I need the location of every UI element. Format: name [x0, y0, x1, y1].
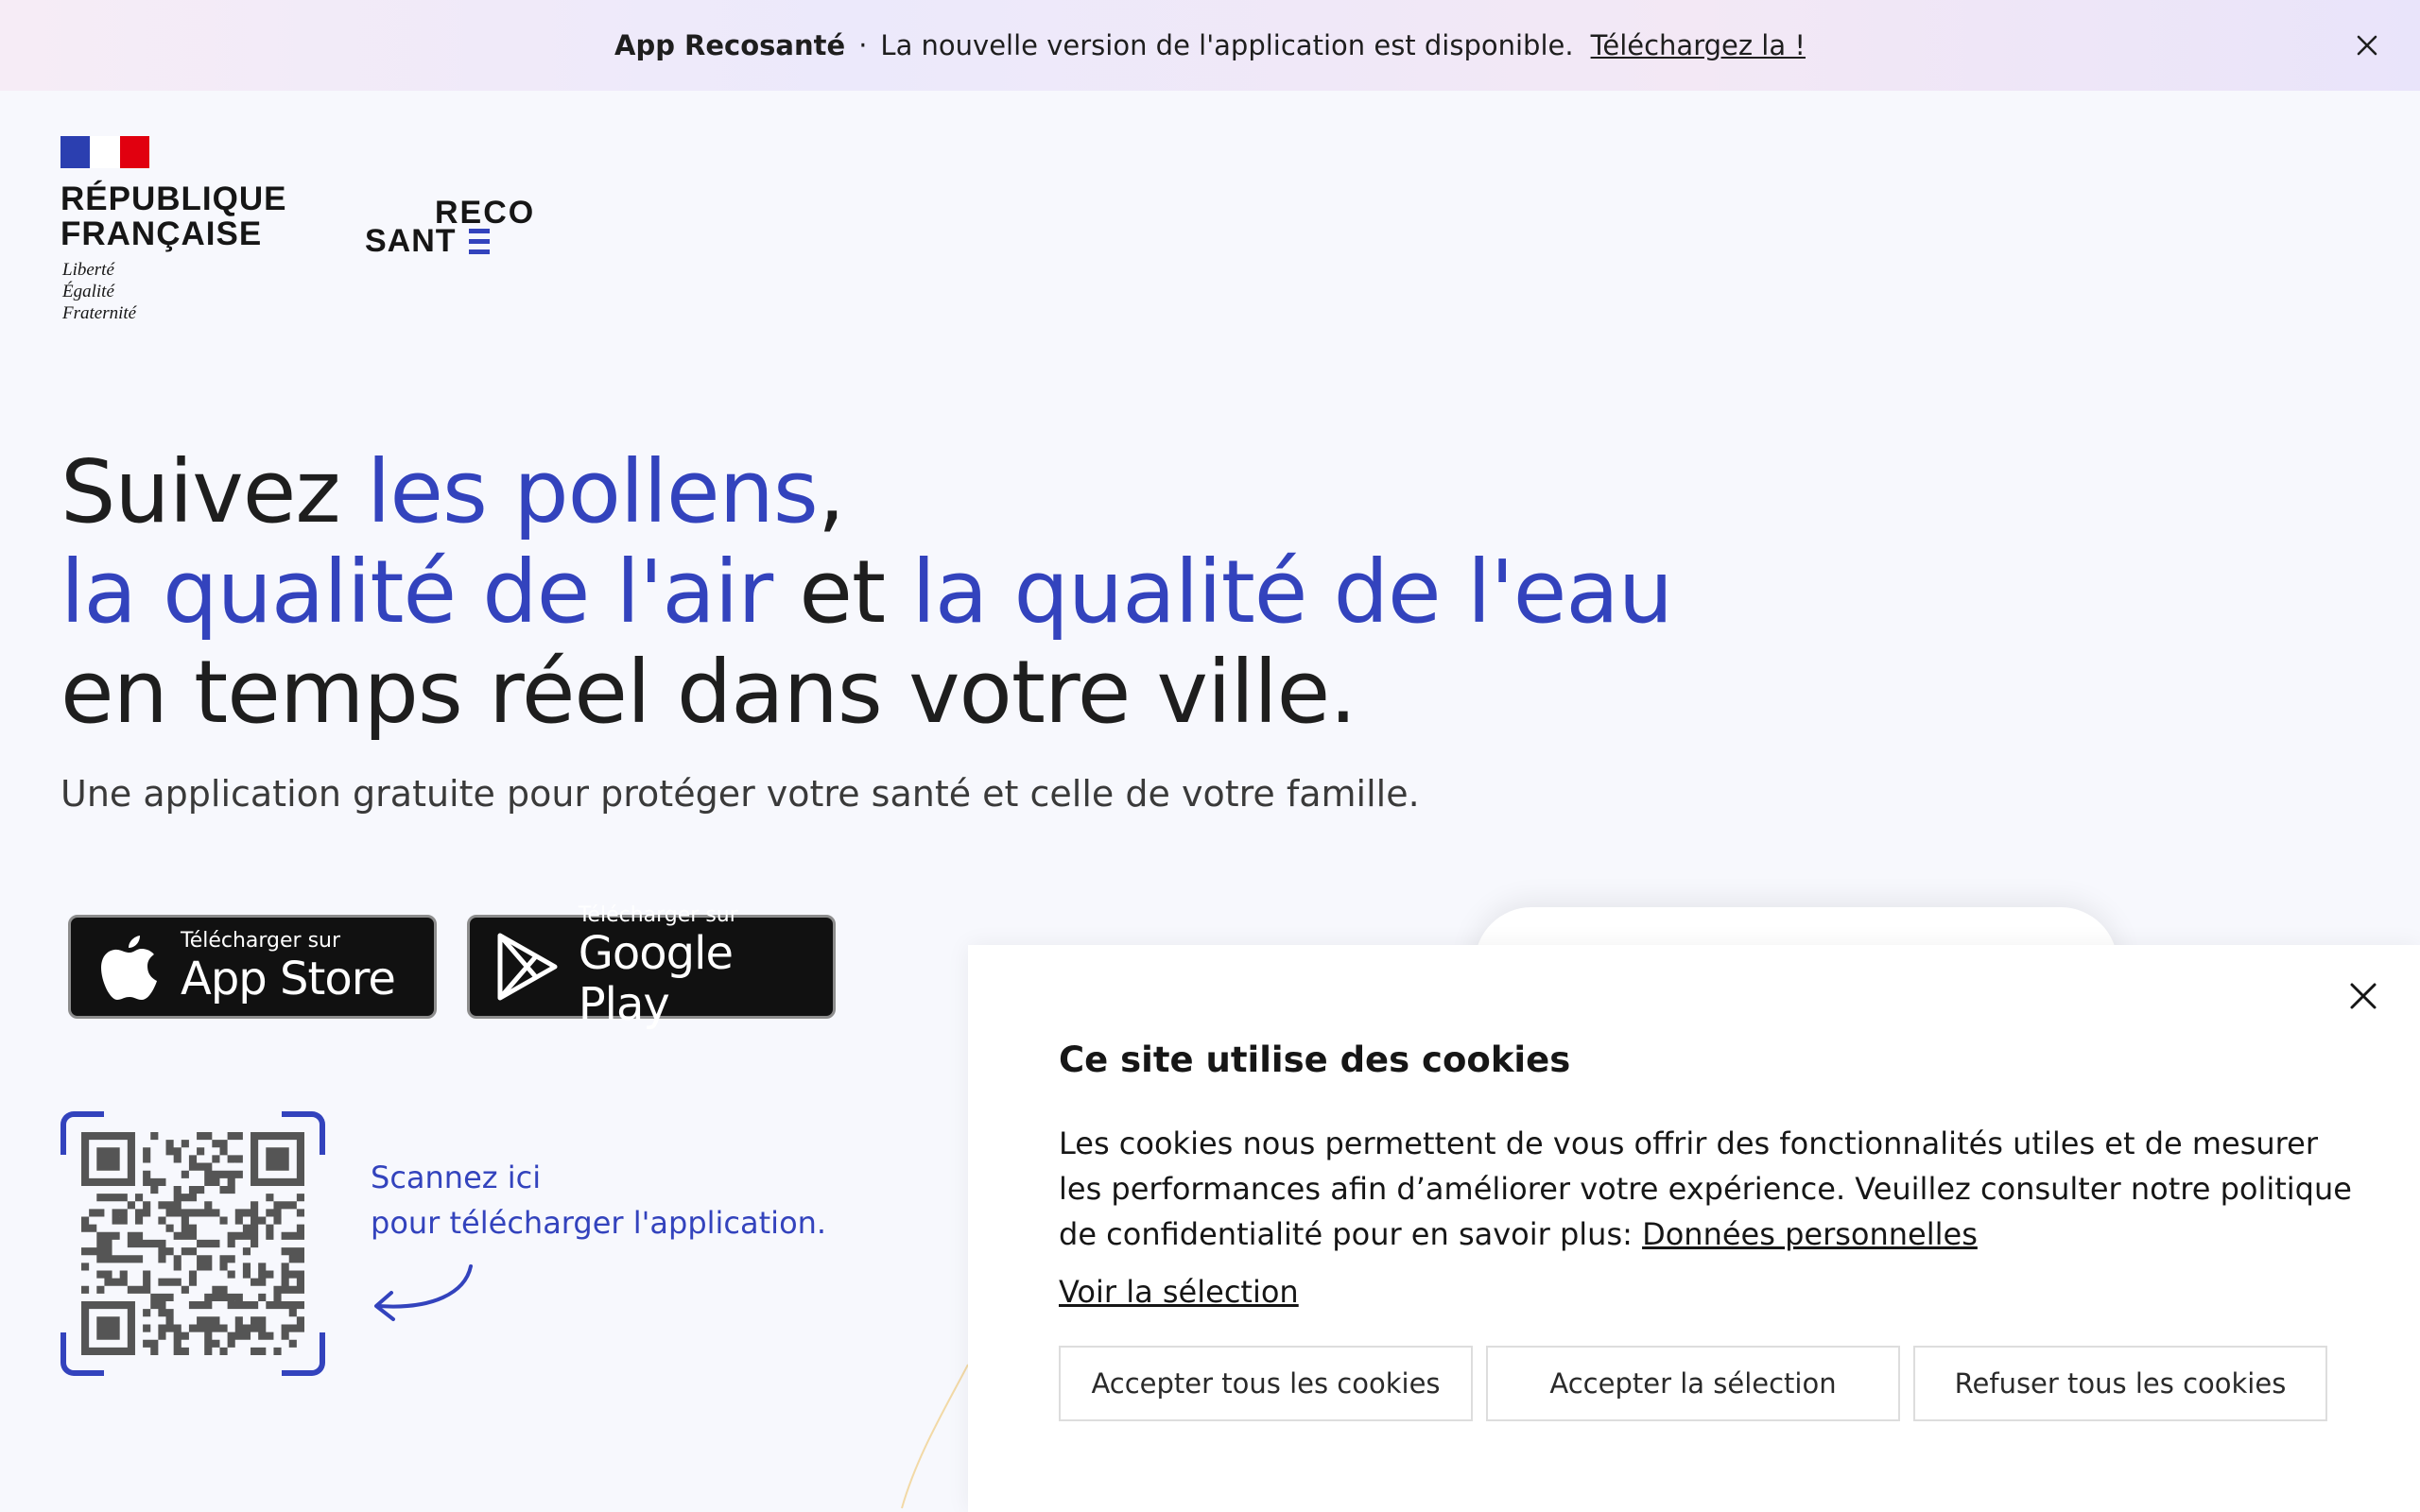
marianne-flag-icon	[60, 136, 149, 168]
cookie-close-button[interactable]	[2342, 975, 2384, 1017]
hero-highlight-pollens: les pollens	[366, 441, 819, 542]
refuse-all-cookies-button[interactable]: Refuser tous les cookies	[1913, 1346, 2327, 1421]
qr-caption-line1: Scannez ici	[371, 1160, 542, 1195]
hero-text-comma: ,	[817, 441, 845, 542]
close-icon	[2350, 983, 2377, 1009]
decorative-curve	[901, 1364, 969, 1509]
update-banner: App Recosanté · La nouvelle version de l…	[0, 0, 2420, 91]
recosante-logo-bottom: SANT	[365, 223, 457, 259]
rf-title-line1: RÉPUBLIQUE	[60, 180, 287, 217]
qr-code-icon	[81, 1132, 304, 1355]
recosante-bars-icon	[469, 229, 490, 260]
banner-download-link[interactable]: Téléchargez la !	[1591, 29, 1806, 61]
close-icon	[2357, 35, 2377, 56]
hero-title: Suivez les pollens, la qualité de l'air …	[60, 442, 1857, 743]
hero-text-et: et	[772, 541, 912, 643]
cookie-description: Les cookies nous permettent de vous offr…	[1059, 1121, 2354, 1257]
curved-arrow-icon	[374, 1264, 473, 1321]
google-play-button[interactable]: Télécharger sur Google Play	[467, 903, 836, 1030]
personal-data-link[interactable]: Données personnelles	[1642, 1216, 1978, 1252]
google-play-small-label: Télécharger sur	[578, 903, 738, 927]
hero-subtitle: Une application gratuite pour protéger v…	[60, 773, 1420, 815]
qr-caption-line2: pour télécharger l'application.	[371, 1205, 827, 1241]
hero-text-1: Suivez	[60, 441, 367, 542]
rf-motto-fraternite: Fraternité	[62, 303, 137, 323]
recosante-logo[interactable]: RECO SANT	[365, 195, 535, 260]
hero-highlight-air: la qualité de l'air	[60, 541, 773, 643]
view-selection-link[interactable]: Voir la sélection	[1059, 1274, 1299, 1310]
banner-separator: ·	[858, 29, 868, 61]
banner-app-name: App Recosanté	[614, 29, 846, 61]
app-store-button[interactable]: Télécharger sur App Store	[68, 915, 437, 1019]
accept-all-cookies-button[interactable]: Accepter tous les cookies	[1059, 1346, 1473, 1421]
app-store-small-label: Télécharger sur	[181, 929, 341, 953]
cookie-consent-panel: Ce site utilise des cookies Les cookies …	[968, 945, 2420, 1512]
cookie-title: Ce site utilise des cookies	[1059, 1040, 1571, 1080]
rf-motto-liberte: Liberté	[62, 260, 114, 280]
hero-highlight-eau: la qualité de l'eau	[911, 541, 1673, 643]
google-play-icon	[491, 932, 565, 1002]
qr-caption: Scannez ici pour télécharger l'applicati…	[371, 1155, 826, 1246]
app-store-big-label: App Store	[181, 953, 396, 1005]
google-play-big-label: Google Play	[578, 927, 734, 1031]
rf-motto: Liberté Égalité Fraternité	[60, 259, 278, 324]
republique-francaise-logo[interactable]: RÉPUBLIQUE FRANÇAISE Liberté Égalité Fra…	[60, 136, 287, 324]
accept-selection-button[interactable]: Accepter la sélection	[1486, 1346, 1900, 1421]
banner-message: La nouvelle version de l'application est…	[880, 29, 1574, 61]
apple-icon	[92, 932, 167, 1002]
rf-motto-egalite: Égalité	[62, 282, 114, 301]
banner-close-button[interactable]	[2346, 25, 2388, 66]
rf-title: RÉPUBLIQUE FRANÇAISE	[60, 180, 287, 252]
qr-code-block	[60, 1111, 325, 1376]
hero-text-last: en temps réel dans votre ville.	[60, 642, 1357, 743]
rf-title-line2: FRANÇAISE	[60, 215, 263, 252]
